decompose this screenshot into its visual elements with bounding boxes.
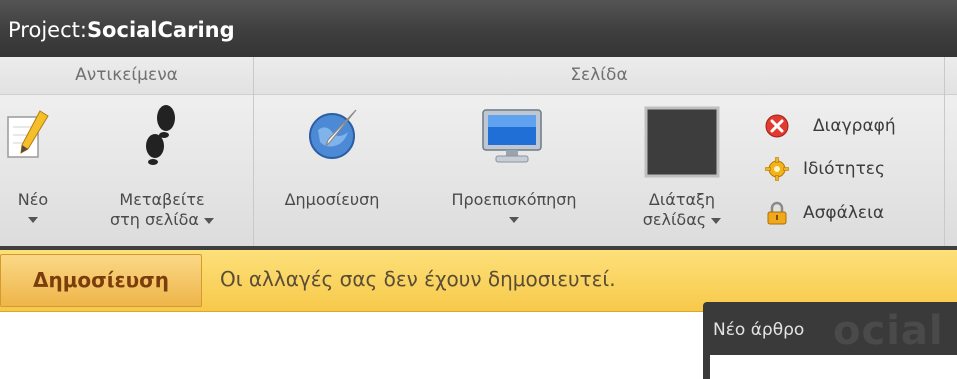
navigate-label-line2: στη σελίδα <box>82 210 242 230</box>
layout-label-line2-text: σελίδας <box>642 210 707 229</box>
security-label: Ασφάλεια <box>803 203 885 223</box>
new-article-dialog: ocial Νέο άρθρο <box>703 302 957 379</box>
properties-button[interactable]: Ιδιότητες <box>765 155 935 183</box>
layout-label-line1: Διάταξη <box>648 190 716 209</box>
red-x-icon <box>765 114 789 138</box>
security-button[interactable]: Ασφάλεια <box>765 199 935 227</box>
preview-button[interactable]: Προεπισκόπηση <box>424 102 604 237</box>
padlock-icon <box>767 201 787 225</box>
publish-label: Δημοσίευση <box>284 190 380 209</box>
project-title-prefix: Project: <box>8 18 87 42</box>
notification-message: Οι αλλαγές σας δεν έχουν δημοσιευτεί. <box>220 267 616 291</box>
footprints-icon <box>146 105 175 165</box>
page-layout-button[interactable]: Διάταξη σελίδας <box>612 102 752 237</box>
preview-label: Προεπισκόπηση <box>451 190 577 209</box>
publish-button[interactable]: Δημοσίευση <box>262 102 402 237</box>
group-header-next <box>945 57 957 95</box>
group-separator <box>253 57 254 247</box>
new-button[interactable]: Νέο <box>0 102 66 237</box>
properties-label: Ιδιότητες <box>803 159 885 179</box>
layout-square-icon <box>644 106 720 178</box>
dialog-body <box>710 355 957 379</box>
gear-icon <box>765 157 789 181</box>
chevron-down-icon <box>204 217 215 224</box>
delete-button[interactable]: Διαγραφή <box>765 112 935 140</box>
group-header-page: Σελίδα <box>254 57 944 95</box>
dialog-title: Νέο άρθρο <box>713 320 805 340</box>
pencil-page-icon <box>7 110 49 158</box>
chevron-down-icon <box>509 217 519 223</box>
new-label: Νέο <box>17 190 49 209</box>
navigate-label-line2-text: στη σελίδα <box>109 210 199 229</box>
dialog-watermark: ocial <box>833 308 944 354</box>
layout-label-line2: σελίδας <box>612 210 752 230</box>
chevron-down-icon <box>711 217 722 224</box>
navigate-label-line1: Μεταβείτε <box>119 190 205 209</box>
group-separator <box>944 57 945 247</box>
publish-notification-button[interactable]: Δημοσίευση <box>0 254 202 307</box>
project-title-name: SocialCaring <box>86 18 235 42</box>
navigate-to-page-button[interactable]: Μεταβείτε στη σελίδα <box>82 102 242 237</box>
ribbon: Αντικείμενα Σελίδα Νέο Μεταβείτε στη σελ… <box>0 57 957 248</box>
globe-quill-icon <box>309 109 357 159</box>
group-header-objects: Αντικείμενα <box>0 57 253 95</box>
delete-label: Διαγραφή <box>813 116 896 136</box>
monitor-icon <box>482 109 542 163</box>
window-title-bar: Project:SocialCaring <box>0 0 957 57</box>
project-title: Project:SocialCaring <box>8 18 235 42</box>
chevron-down-icon <box>28 217 38 223</box>
